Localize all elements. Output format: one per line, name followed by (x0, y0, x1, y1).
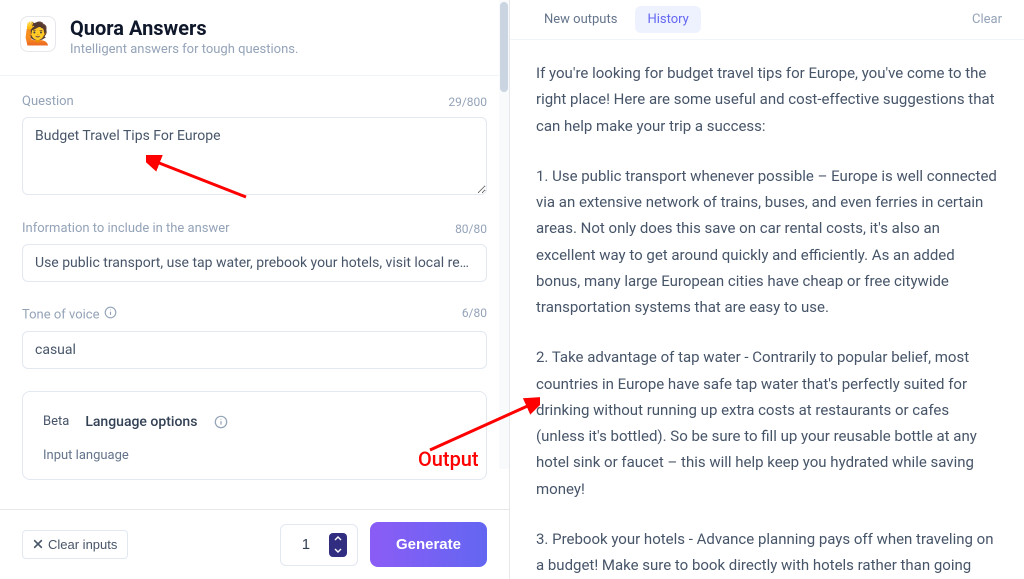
clear-output-button[interactable]: Clear (972, 12, 1002, 27)
information-input[interactable] (22, 244, 487, 282)
app-header: 🙋 Quora Answers Intelligent answers for … (0, 0, 509, 76)
scrollbar[interactable] (499, 0, 509, 469)
information-counter: 80/80 (455, 222, 487, 236)
scrollbar-thumb[interactable] (500, 2, 508, 92)
tab-history[interactable]: History (635, 6, 700, 33)
beta-badge: Beta (43, 414, 69, 429)
output-count-input[interactable] (291, 536, 321, 553)
output-item-2: 2. Take advantage of tap water - Contrar… (536, 344, 998, 502)
generate-button[interactable]: Generate (370, 522, 487, 567)
language-options-title: Language options (85, 414, 197, 430)
clear-inputs-button[interactable]: Clear inputs (22, 530, 128, 559)
output-item-1: 1. Use public transport whenever possibl… (536, 163, 998, 321)
tone-label: Tone of voice (22, 304, 119, 323)
chevron-down-icon[interactable] (329, 545, 347, 557)
info-icon (213, 414, 229, 430)
tone-input[interactable] (22, 331, 487, 369)
output-content: If you're looking for budget travel tips… (510, 40, 1024, 579)
output-count-stepper[interactable] (280, 524, 358, 566)
information-label: Information to include in the answer (22, 221, 230, 236)
question-label: Question (22, 94, 74, 109)
input-language-label: Input language (43, 448, 466, 463)
output-item-3: 3. Prebook your hotels - Advance plannin… (536, 526, 998, 579)
tone-counter: 6/80 (462, 306, 487, 320)
app-logo: 🙋 (20, 16, 56, 52)
app-subtitle: Intelligent answers for tough questions. (70, 42, 298, 57)
close-icon (33, 537, 43, 552)
output-intro: If you're looking for budget travel tips… (536, 60, 998, 139)
app-title: Quora Answers (70, 16, 298, 40)
question-counter: 29/800 (448, 95, 487, 109)
chevron-up-icon[interactable] (329, 533, 347, 545)
question-input[interactable] (22, 117, 487, 195)
info-icon (103, 304, 119, 320)
annotation-output-label: Output (418, 447, 479, 471)
tab-new-outputs[interactable]: New outputs (532, 6, 629, 33)
